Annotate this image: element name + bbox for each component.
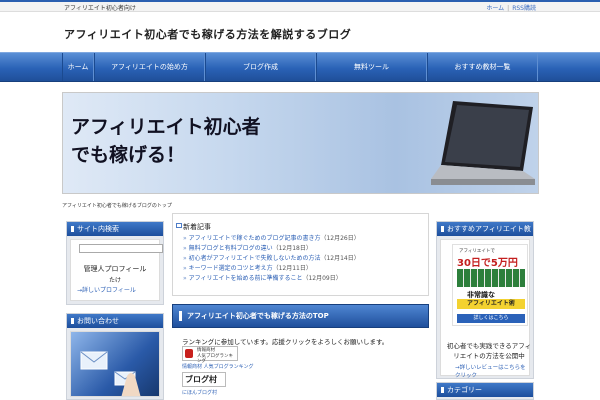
news-list: アフィリエイトで稼ぐためのブログ記事の書き方（12月26日） 無料ブログと有料ブ…	[183, 234, 360, 284]
banner-line-1: アフィリエイト初心者	[71, 116, 261, 138]
nav-item-blog[interactable]: ブログ作成	[205, 53, 316, 81]
ranking-banner-2[interactable]: ブログ村	[182, 372, 226, 387]
banner-text: アフィリエイト初心者 でも稼げる！	[71, 113, 261, 169]
profile-name: たけ	[108, 277, 121, 284]
news-item[interactable]: アフィリエイトで稼ぐためのブログ記事の書き方（12月26日）	[183, 234, 360, 244]
laptop-image	[431, 101, 535, 185]
news-panel: 新着記事 アフィリエイトで稼ぐためのブログ記事の書き方（12月26日） 無料ブロ…	[172, 213, 429, 296]
rss-link[interactable]: RSS購読	[512, 5, 536, 12]
ranking-link-2[interactable]: にほんブログ村	[182, 389, 217, 396]
news-item[interactable]: 初心者がアフィリエイトで失敗しないための方法（12月14日）	[183, 254, 360, 264]
contact-panel: お問い合わせ	[66, 313, 164, 400]
main-content: ランキングに参加しています。応援クリックをよろしくお願いします。 情報商材 人気…	[172, 328, 429, 400]
recommend-ad-banner[interactable]: アフィリエイトで 30日で5万円 非常識な アフィリエイト術 詳しくはこちら	[452, 244, 528, 326]
profile-title: 管理人プロフィール	[83, 265, 147, 273]
recommend-description: 初心者でも実践できるアフィリエイトの方法を公開中	[446, 342, 532, 360]
ranking-badge-icon	[185, 349, 193, 358]
banner-line-2: でも稼げる！	[71, 144, 186, 166]
home-link[interactable]: ホーム	[486, 5, 504, 12]
breadcrumb: アフィリエイト初心者でも稼げるブログのトップ	[62, 203, 172, 209]
global-nav: ホーム アフィリエイトの始め方 ブログ作成 無料ツール おすすめ教材一覧	[0, 52, 600, 82]
search-panel-title: サイト内検索	[67, 222, 163, 236]
envelope-icon	[80, 351, 141, 396]
ranking-intro: ランキングに参加しています。応援クリックをよろしくお願いします。	[182, 338, 389, 346]
site-header: アフィリエイト初心者でも稼げる方法を解説するブログ	[0, 12, 600, 52]
search-input[interactable]	[79, 244, 163, 253]
document-icon	[176, 223, 182, 228]
books-image	[457, 269, 525, 287]
ranking-link-1[interactable]: 情報商材 人気ブログランキング	[182, 363, 253, 370]
main-heading: アフィリエイト初心者でも稼げる方法のTOP	[172, 304, 429, 328]
nav-item-tools[interactable]: 無料ツール	[316, 53, 427, 81]
ranking-banner-1[interactable]: 情報商材 人気ブログランキング	[182, 346, 238, 364]
nav-item-start[interactable]: アフィリエイトの始め方	[94, 53, 205, 81]
contact-panel-title: お問い合わせ	[67, 314, 163, 328]
category-panel-title: カテゴリー	[437, 383, 533, 397]
nav-item-materials[interactable]: おすすめ教材一覧	[427, 53, 538, 81]
ad-button[interactable]: 詳しくはこちら	[457, 314, 525, 323]
news-title: 新着記事	[183, 223, 211, 231]
hero-banner[interactable]: アフィリエイト初心者 でも稼げる！	[62, 92, 539, 194]
ad-line-4: アフィリエイト術	[457, 299, 525, 309]
site-title[interactable]: アフィリエイト初心者でも稼げる方法を解説するブログ	[64, 26, 351, 42]
search-panel: サイト内検索 管理人プロフィール たけ →詳しいプロフィール	[66, 221, 164, 305]
news-item[interactable]: キーワード選定のコツと考え方（12月11日）	[183, 264, 360, 274]
top-links: ホーム | RSS購読	[486, 5, 536, 12]
news-item[interactable]: アフィリエイトを始める前に準備すること（12月09日）	[183, 274, 360, 284]
recommend-more-link[interactable]: →詳しいレビューはこちらをクリック	[455, 363, 529, 379]
recommend-panel: おすすめアフィリエイト教材 アフィリエイトで 30日で5万円 非常識な アフィリ…	[436, 221, 534, 379]
ad-line-2: 30日で5万円	[457, 258, 518, 269]
profile-link[interactable]: →詳しいプロフィール	[77, 285, 136, 294]
recommend-panel-title: おすすめアフィリエイト教材	[437, 222, 533, 247]
category-panel: カテゴリー	[436, 382, 534, 400]
contact-image[interactable]	[70, 331, 160, 397]
nav-item-home[interactable]: ホーム	[62, 53, 94, 81]
top-strip: アフィリエイト初心者向け ホーム | RSS購読	[0, 0, 600, 12]
news-item[interactable]: 無料ブログと有料ブログの違い（12月18日）	[183, 244, 360, 254]
site-tagline: アフィリエイト初心者向け	[64, 5, 136, 12]
